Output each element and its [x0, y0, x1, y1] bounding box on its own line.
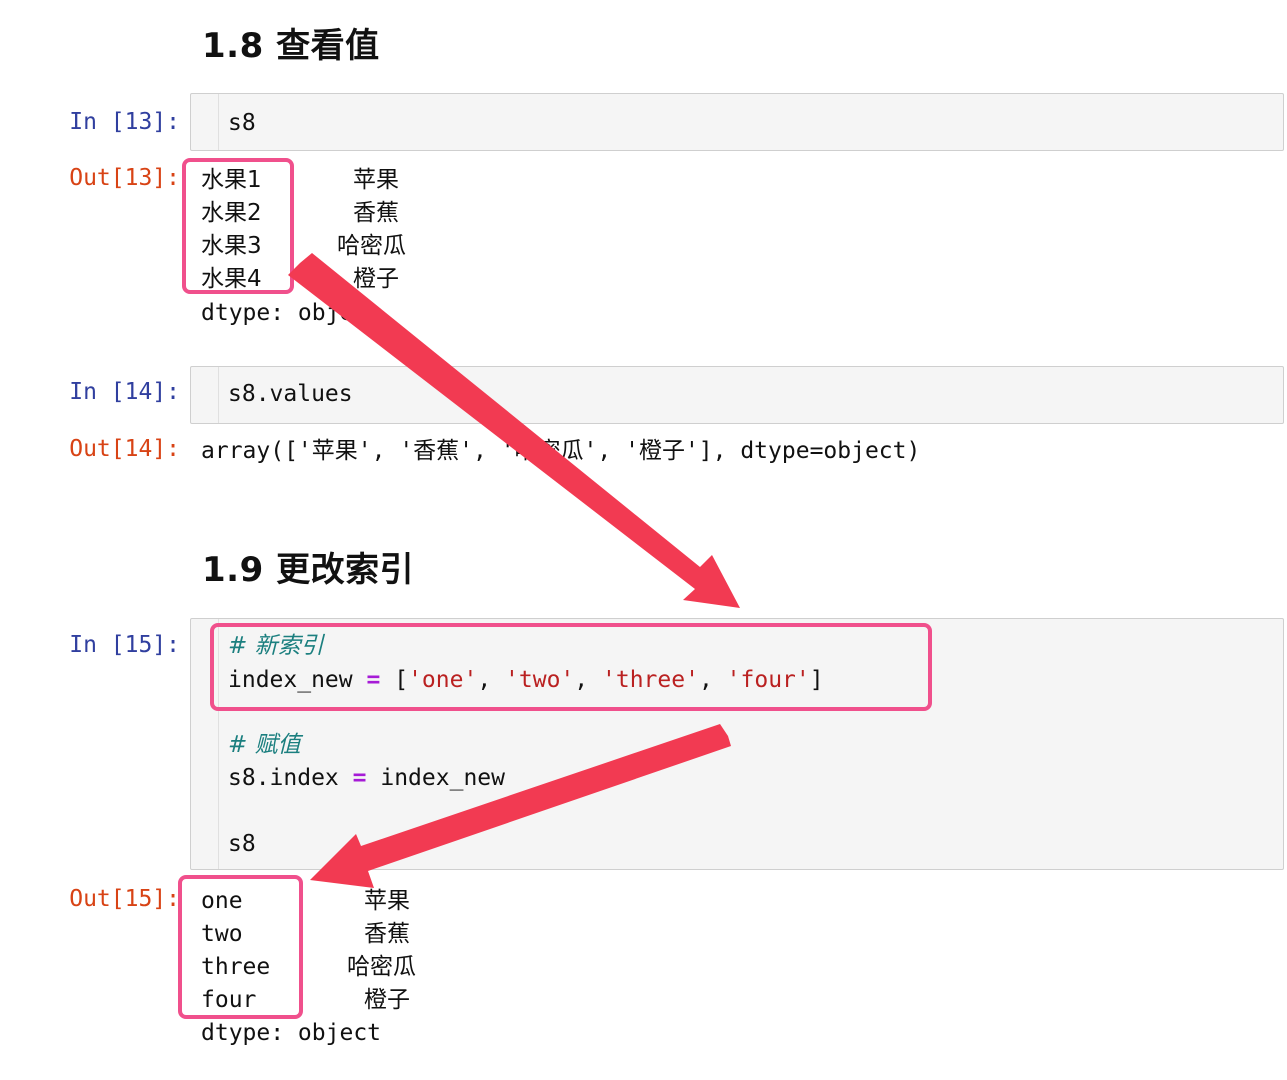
annotation-arrow-down-left: [310, 724, 731, 888]
annotation-arrows: [288, 253, 740, 888]
annotation-arrow-down-right: [288, 253, 740, 608]
